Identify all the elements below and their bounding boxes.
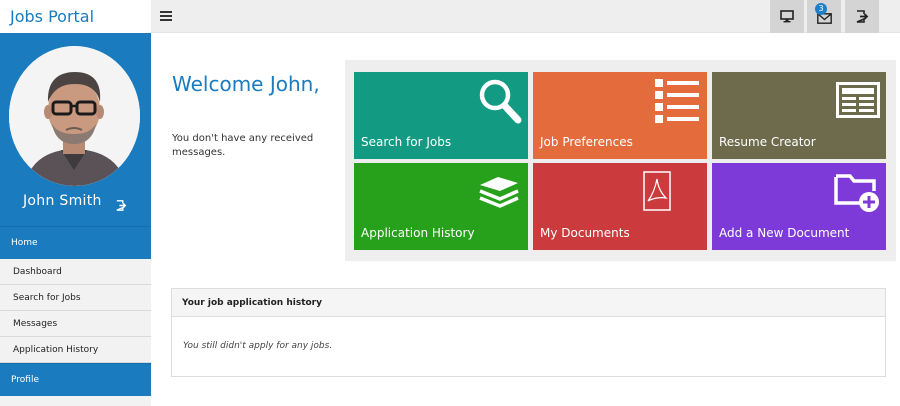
nav-item-messages[interactable]: Messages [0,311,151,337]
tile-label: Resume Creator [719,135,816,149]
nav-item-dashboard[interactable]: Dashboard [0,259,151,285]
logout-icon [116,200,127,211]
avatar [9,46,140,186]
newspaper-icon [836,82,880,118]
tile-label: My Documents [540,226,630,240]
profile-card: John Smith [0,33,151,226]
nav-section-home[interactable]: Home [0,226,151,259]
nav-item-search-jobs[interactable]: Search for Jobs [0,285,151,311]
search-icon [479,79,522,124]
profile-logout-button[interactable] [116,196,127,215]
tile-my-documents[interactable]: My Documents [533,163,707,250]
folder-add-icon [834,174,879,212]
dashboard-tiles: Search for Jobs Job Preferences Resume C… [345,60,896,261]
tile-search-jobs[interactable]: Search for Jobs [354,72,528,159]
logout-icon [856,10,868,23]
application-history-panel: Your job application history You still d… [171,288,886,377]
stack-icon [479,177,519,208]
tile-label: Add a New Document [719,226,850,240]
pdf-document-icon [643,171,671,211]
logout-button[interactable] [845,0,879,33]
welcome-heading: Welcome John, [172,72,320,96]
tile-resume-creator[interactable]: Resume Creator [712,72,886,159]
top-bar: Jobs Portal 3 [0,0,900,33]
nav-section-profile[interactable]: Profile [0,363,151,396]
list-icon [655,79,699,123]
desktop-button[interactable] [770,0,804,33]
tile-add-document[interactable]: Add a New Document [712,163,886,250]
tile-application-history[interactable]: Application History [354,163,528,250]
brand-title[interactable]: Jobs Portal [0,0,151,33]
tile-label: Search for Jobs [361,135,452,149]
sidebar: John Smith Home Dashboard Search for Job… [0,33,151,406]
nav-item-application-history[interactable]: Application History [0,337,151,363]
tile-label: Application History [361,226,475,240]
tile-label: Job Preferences [540,135,633,149]
panel-empty-text: You still didn't apply for any jobs. [183,341,333,351]
messages-button[interactable]: 3 [807,0,841,33]
menu-toggle-icon[interactable] [160,11,172,22]
user-name: John Smith [23,193,102,209]
panel-title: Your job application history [172,289,885,317]
no-messages-text: You don't have any received messages. [172,133,314,158]
tile-job-preferences[interactable]: Job Preferences [533,72,707,159]
monitor-icon [780,10,794,23]
message-count-badge: 3 [815,3,827,15]
